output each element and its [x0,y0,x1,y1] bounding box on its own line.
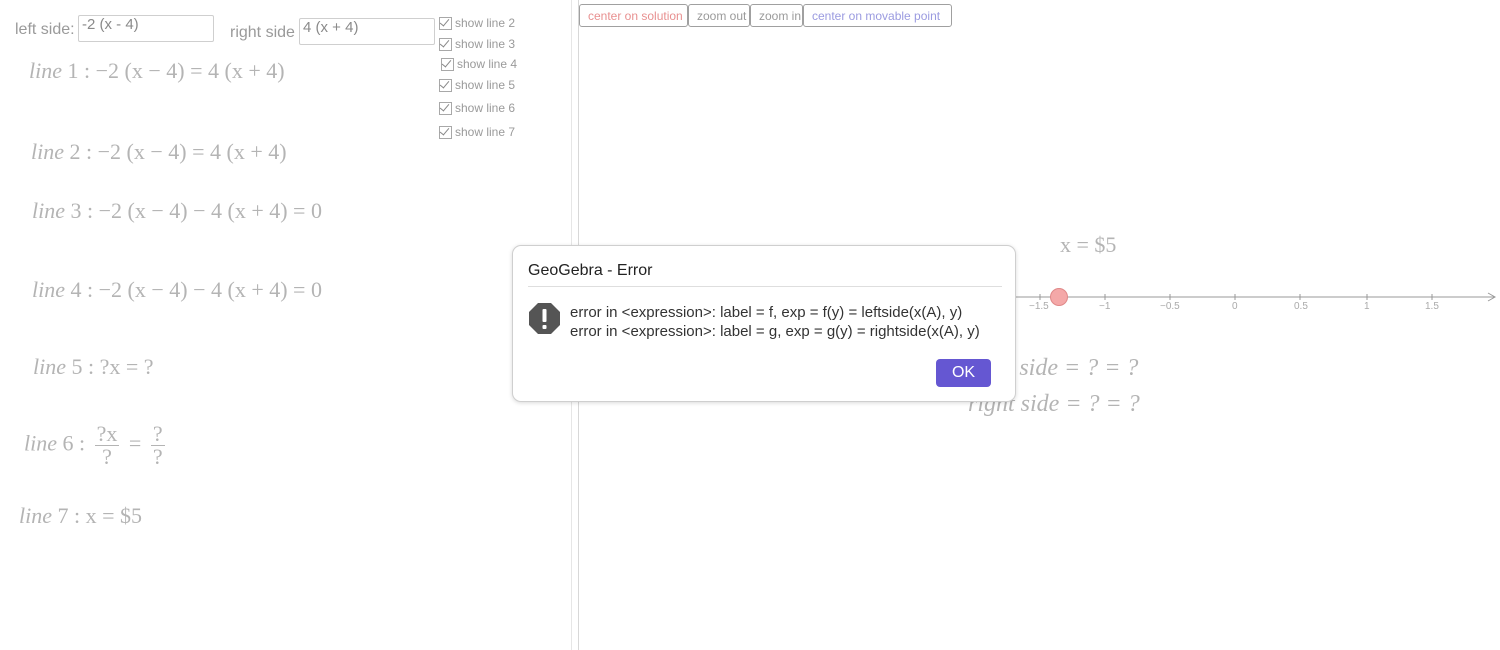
left-side-label: left side: [15,21,75,38]
checkbox-box[interactable] [439,36,452,51]
dialog-title: GeoGebra - Error [528,262,653,279]
right-side-label: right side [230,24,295,41]
tick-label: −1 [1099,301,1111,312]
left-side-input[interactable]: -2 (x - 4) [78,15,214,42]
show-line-6-checkbox[interactable]: show line 6 [439,100,515,115]
checkbox-box[interactable] [441,56,454,71]
tick-label: 1.5 [1425,301,1439,312]
left-side-value-text: ft side = ? = ? [1000,355,1139,381]
ok-button[interactable]: OK [936,359,991,387]
tick-label: −0.5 [1160,301,1180,312]
tick-label: 0.5 [1294,301,1308,312]
right-side-input[interactable]: 4 (x + 4) [299,18,435,45]
line-4-text: line 4 : −2 (x − 4) − 4 (x + 4) = 0 [32,277,322,302]
checkbox-box[interactable] [439,124,452,139]
show-line-7-checkbox[interactable]: show line 7 [439,124,515,139]
line-7-text: line 7 : x = $5 [19,503,143,528]
tick-label: 0 [1232,301,1238,312]
tick-label: 1 [1364,301,1370,312]
dialog-divider [528,286,1002,287]
zoom-in-button[interactable]: zoom in [750,4,803,27]
show-line-5-checkbox[interactable]: show line 5 [439,77,515,92]
center-on-movable-point-button[interactable]: center on movable point [803,4,952,27]
checkbox-box[interactable] [439,15,452,30]
movable-point[interactable] [1050,288,1068,306]
line-6-text: line 6 : ?x? = ?? [24,421,165,469]
error-line-1: error in <expression>: label = f, exp = … [570,304,963,321]
line-1-text: line 1 : −2 (x − 4) = 4 (x + 4) [29,58,285,83]
checkbox-box[interactable] [439,77,452,92]
checkbox-box[interactable] [439,100,452,115]
line-3-text: line 3 : −2 (x − 4) − 4 (x + 4) = 0 [32,198,322,223]
center-on-solution-button[interactable]: center on solution [579,4,688,27]
fraction-right: ?? [150,421,165,469]
fraction-left: ?x? [94,421,120,469]
line-5-text: line 5 : ?x = ? [33,354,154,379]
tick-label: −1.5 [1029,301,1049,312]
error-message: error in <expression>: label = f, exp = … [570,303,980,341]
error-dialog: GeoGebra - Error error in <expression>: … [512,245,1016,402]
show-line-3-checkbox[interactable]: show line 3 [439,36,515,51]
show-line-4-checkbox[interactable]: show line 4 [441,56,517,71]
show-line-2-checkbox[interactable]: show line 2 [439,15,515,30]
error-line-2: error in <expression>: label = g, exp = … [570,323,980,340]
zoom-out-button[interactable]: zoom out [688,4,750,27]
line-2-text: line 2 : −2 (x − 4) = 4 (x + 4) [31,139,287,164]
error-icon [529,303,560,334]
x-value-label: x = $5 [1060,232,1117,257]
